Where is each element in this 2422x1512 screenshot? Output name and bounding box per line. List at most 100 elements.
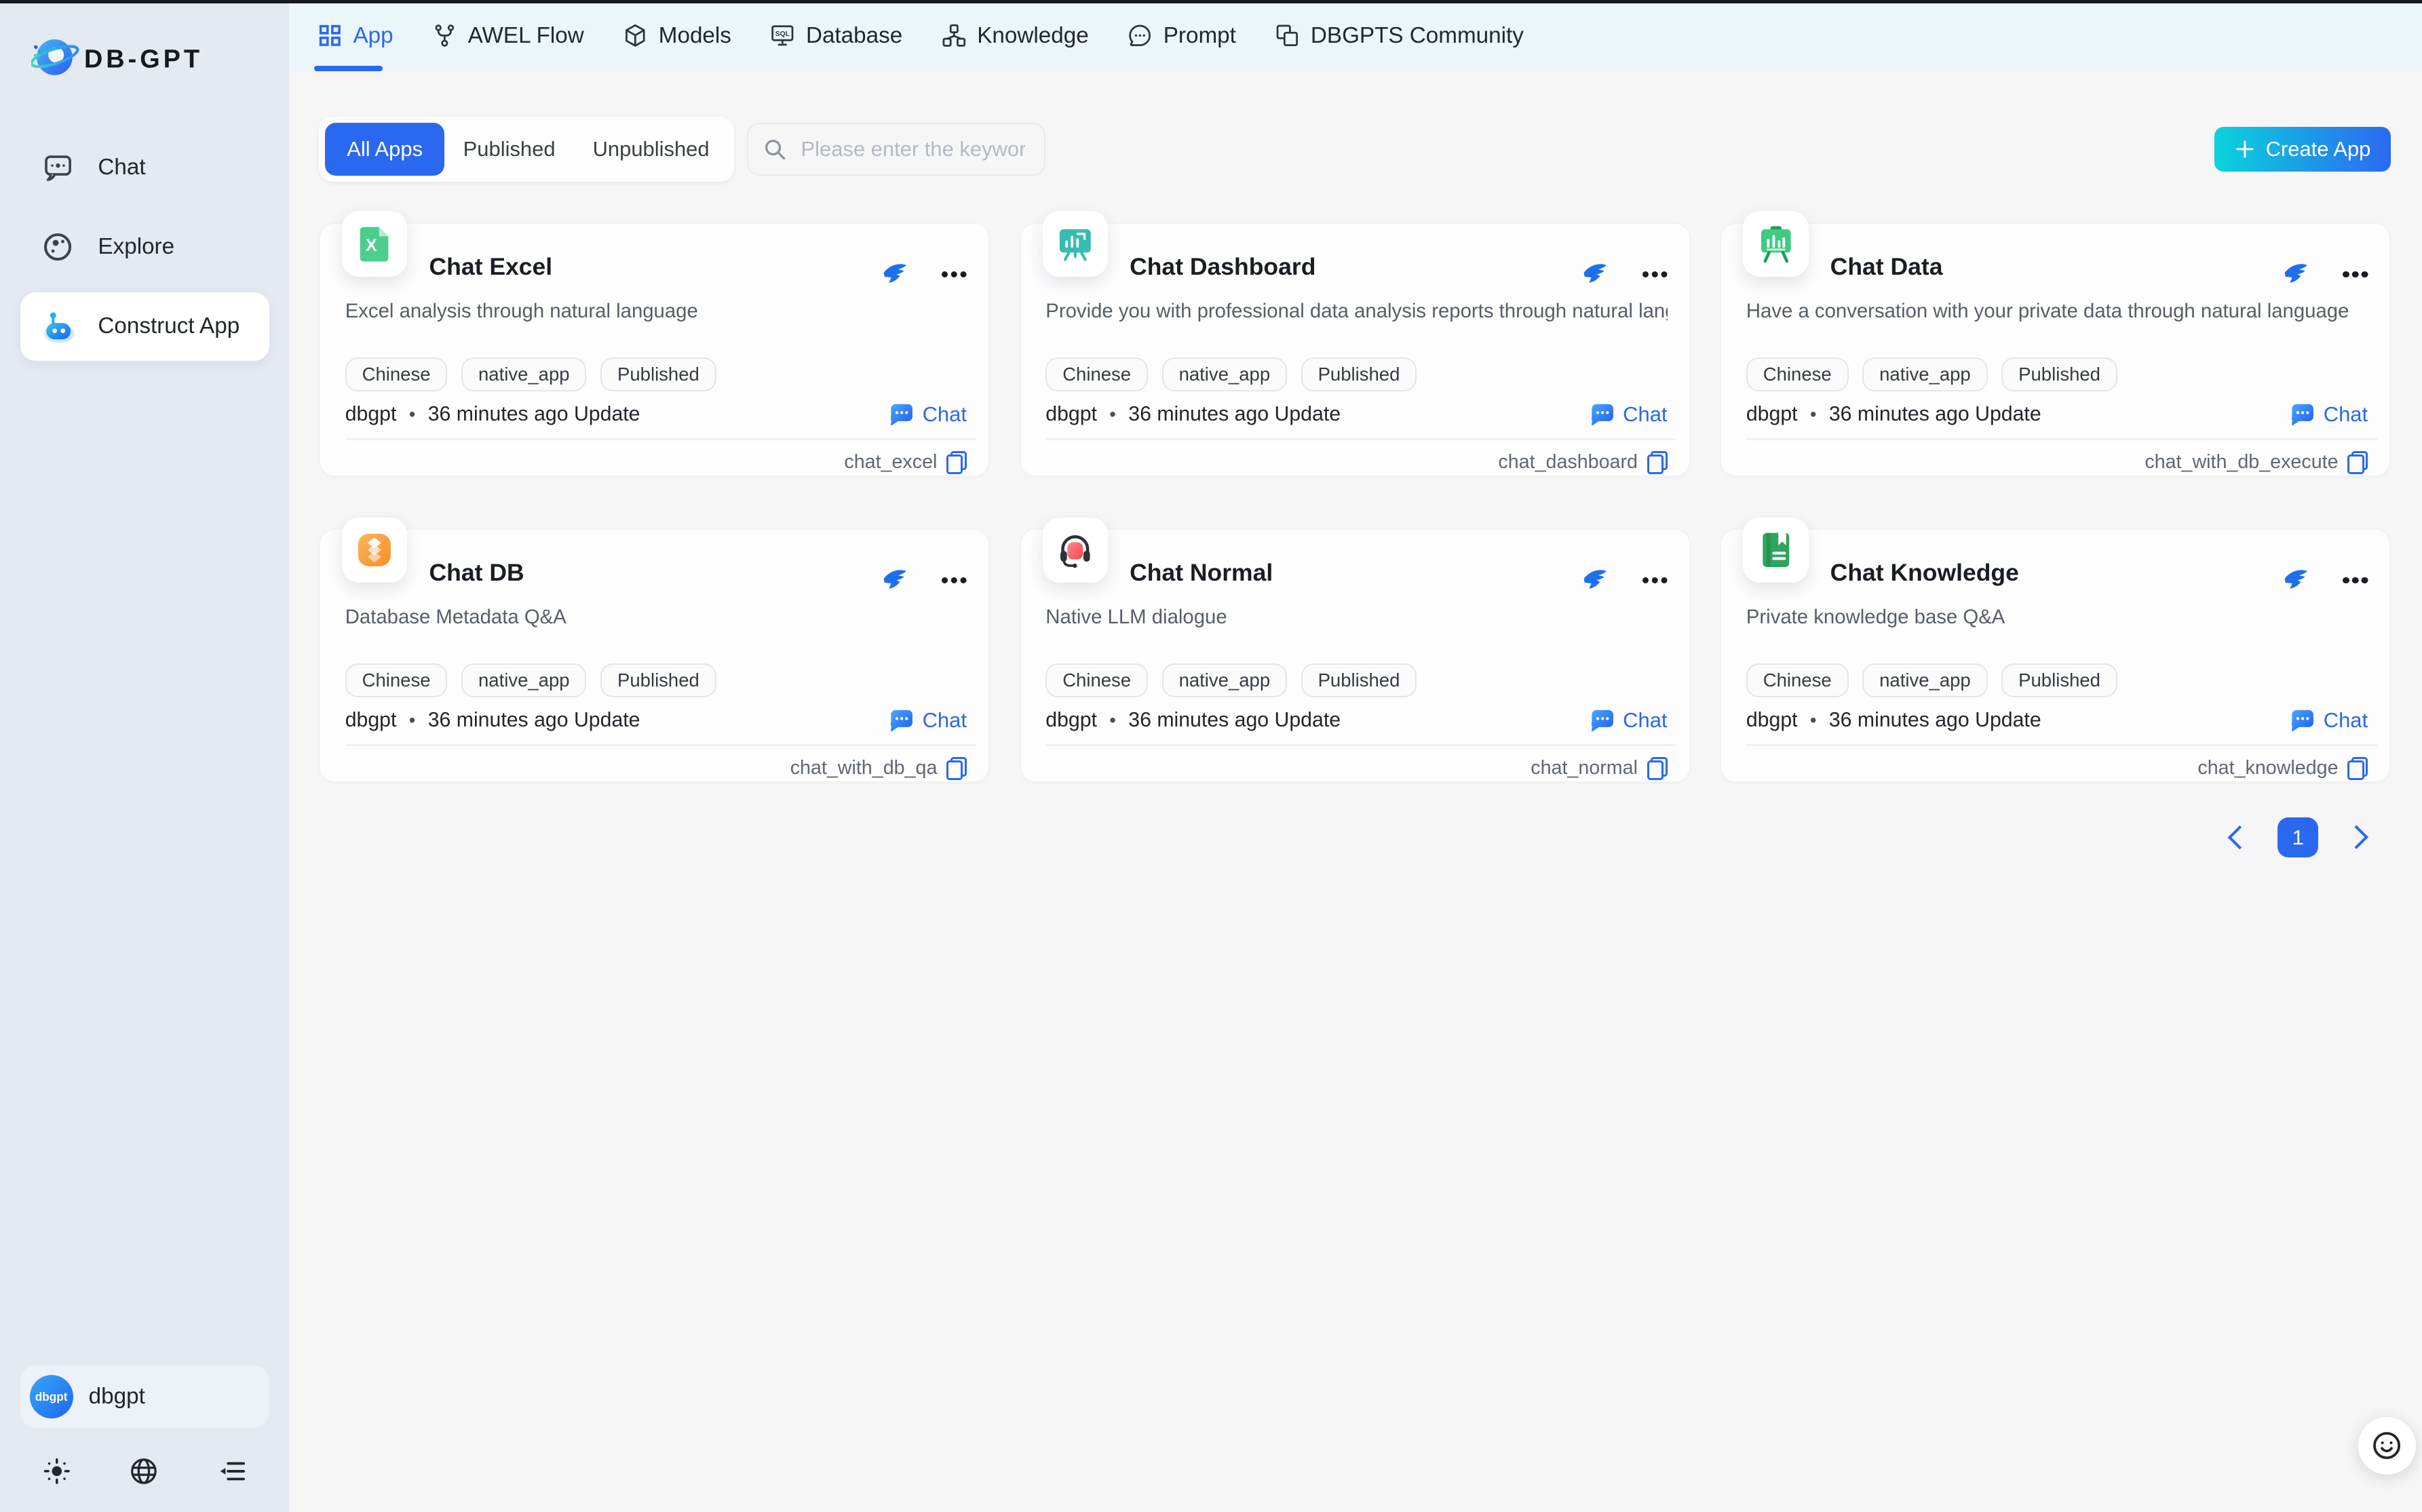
globe-icon[interactable] [128,1456,159,1487]
cube-icon [623,23,648,48]
copy-icon[interactable] [946,451,967,474]
tab-app[interactable]: App [318,0,393,71]
card-divider [1045,744,1676,745]
search-input[interactable] [798,136,1029,163]
more-menu-icon[interactable] [1642,265,1668,284]
dingtalk-icon[interactable] [1581,261,1608,288]
owner-name: dbgpt [1746,709,1798,732]
db-layers-icon [342,518,407,583]
meta-bullet: • [409,710,416,731]
excel-doc-icon: X [342,211,407,276]
card-divider [345,438,976,440]
chat-link[interactable]: Chat [888,401,967,427]
tag: Chinese [1045,357,1148,391]
user-profile[interactable]: dbgpt dbgpt [20,1365,269,1428]
tab-database[interactable]: SQL Database [770,0,902,71]
theme-sun-icon[interactable] [42,1456,72,1486]
chat-link[interactable]: Chat [2289,707,2368,733]
updated-text: 36 minutes ago Update [1829,709,2041,732]
chat-link-label: Chat [923,402,967,427]
chat-link[interactable]: Chat [1589,707,1668,733]
app-card-chat-data[interactable]: Chat Data Have a conversation with your … [1720,222,2391,477]
grid-icon [318,23,343,48]
card-wrapper: Chat DB Database Metadata Q&A Chinese na… [319,516,990,783]
filter-published[interactable]: Published [444,123,574,176]
more-menu-icon[interactable] [2343,265,2368,284]
app-card-description: Database Metadata Q&A [345,606,967,629]
copy-icon[interactable] [1647,451,1668,474]
more-menu-icon[interactable] [942,265,967,284]
menu-fold-icon[interactable] [216,1456,248,1487]
more-menu-icon[interactable] [942,571,967,589]
app-card-code: chat_with_db_execute [2145,451,2368,474]
sidebar-footer [0,1456,289,1487]
app-card-chat-normal[interactable]: Chat Normal Native LLM dialogue Chinese … [1020,528,1691,783]
sidebar-item-label: Explore [98,234,174,260]
more-menu-icon[interactable] [2343,571,2368,589]
chat-bubble-blue-icon [888,707,915,733]
owner-name: dbgpt [1045,403,1097,426]
next-page-button[interactable] [2344,826,2368,849]
tab-awel-flow[interactable]: AWEL Flow [432,0,584,71]
tab-models[interactable]: Models [623,0,731,71]
more-menu-icon[interactable] [1642,571,1668,589]
app-card-title: Chat Data [1830,253,1943,281]
chat-link[interactable]: Chat [2289,401,2368,427]
copy-icon[interactable] [1647,757,1668,780]
page-1-button[interactable]: 1 [2277,817,2318,858]
app-card-title: Chat Knowledge [1830,559,2019,587]
chat-link-label: Chat [1623,708,1667,733]
meta-bullet: • [1109,404,1116,425]
tab-knowledge[interactable]: Knowledge [942,0,1089,71]
dingtalk-icon[interactable] [2282,261,2309,288]
headset-icon [1043,518,1108,583]
tag: Chinese [1746,663,1849,697]
app-card-chat-dashboard[interactable]: Chat Dashboard Provide you with professi… [1020,222,1691,477]
copy-icon[interactable] [946,757,967,780]
app-card-chat-db[interactable]: Chat DB Database Metadata Q&A Chinese na… [319,528,990,783]
tag: Chinese [1746,357,1849,391]
dingtalk-icon[interactable] [1581,567,1608,594]
filter-unpublished[interactable]: Unpublished [574,123,728,176]
sidebar-item-construct-app[interactable]: Construct App [20,292,269,361]
chat-bubble-blue-icon [2289,401,2315,427]
chat-bubble-blue-icon [2289,707,2315,733]
updated-text: 36 minutes ago Update [428,709,640,732]
book-icon [1743,518,1808,583]
create-app-button[interactable]: Create App [2214,127,2391,172]
code-text: chat_with_db_execute [2145,451,2338,473]
cluster-icon [942,23,967,48]
data-easel-icon [1743,211,1808,276]
robot-icon [41,309,75,345]
filter-all-apps[interactable]: All Apps [325,123,444,176]
svg-text:SQL: SQL [775,31,790,38]
app-card-code: chat_with_db_qa [790,757,967,780]
app-card-chat-knowledge[interactable]: Chat Knowledge Private knowledge base Q&… [1720,528,2391,783]
plus-icon [2235,139,2255,159]
feedback-button[interactable] [2358,1417,2416,1475]
chat-link[interactable]: Chat [888,707,967,733]
chat-link[interactable]: Chat [1589,401,1668,427]
copy-icon[interactable] [2347,757,2368,780]
sidebar: DB-GPT Chat [0,0,289,1512]
tab-dbgpts-community[interactable]: DBGPTS Community [1275,0,1524,71]
user-avatar: dbgpt [30,1375,73,1418]
prev-page-button[interactable] [2228,826,2252,849]
app-card-title: Chat Normal [1130,559,1273,587]
updated-text: 36 minutes ago Update [1128,403,1341,426]
sidebar-item-chat[interactable]: Chat [20,134,269,202]
dingtalk-icon[interactable] [2282,567,2309,594]
user-name: dbgpt [89,1384,145,1410]
card-actions [881,567,967,594]
dingtalk-icon[interactable] [881,567,908,594]
updated-text: 36 minutes ago Update [1128,709,1341,732]
explore-icon [41,231,75,263]
app-card-tags: Chinese native_app Published [1045,357,1417,391]
app-card-chat-excel[interactable]: X Chat Excel Excel analysis through natu… [319,222,990,477]
sidebar-item-explore[interactable]: Explore [20,213,269,282]
copy-icon[interactable] [2347,451,2368,474]
code-text: chat_excel [844,451,937,473]
meta-bullet: • [1810,710,1817,731]
tab-prompt[interactable]: Prompt [1128,0,1236,71]
dingtalk-icon[interactable] [881,261,908,288]
